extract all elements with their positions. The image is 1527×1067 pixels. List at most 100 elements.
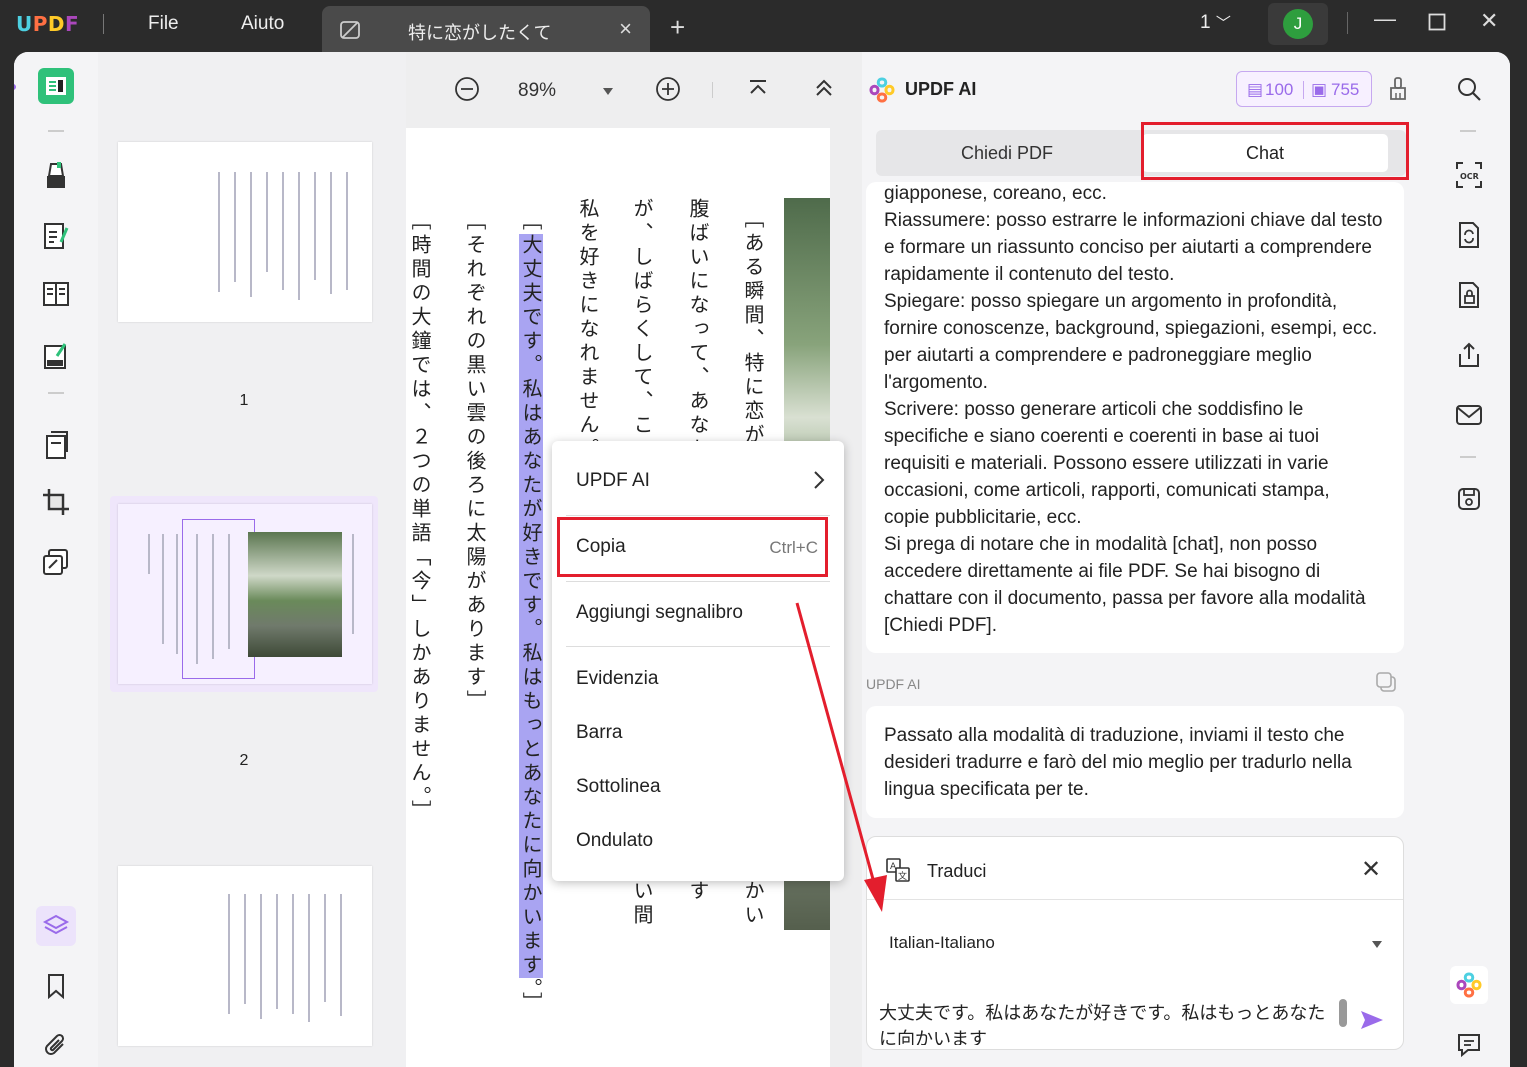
zoom-toolbar: 89% — [406, 52, 862, 128]
selected-text[interactable]: 大丈夫です。私はあなたが好きです。私はもっとあなたに向かいます — [519, 234, 543, 978]
zoom-in-icon[interactable] — [655, 76, 681, 107]
updf-ai-icon[interactable] — [1450, 966, 1488, 1004]
edit-pdf-icon[interactable] — [36, 216, 76, 256]
clear-brush-icon[interactable] — [1388, 76, 1408, 107]
comment-icon[interactable] — [1450, 1026, 1488, 1064]
copy-message-icon[interactable] — [1374, 670, 1398, 699]
message-line: rapidamente il contenuto del testo. — [884, 264, 1175, 285]
svg-text:文: 文 — [898, 870, 907, 882]
message-line: e formare un riassunto conciso per aiuta… — [884, 237, 1372, 258]
target-language-select[interactable]: Italian-Italiano — [889, 933, 995, 953]
menu-item-highlight[interactable]: Evidenzia — [576, 668, 658, 690]
credits-badge[interactable]: ▤ 100 ▣ 755 — [1236, 71, 1372, 107]
first-page-icon[interactable] — [746, 76, 770, 105]
share-icon[interactable] — [1450, 336, 1488, 374]
message-sender-label: UPDF AI — [866, 676, 921, 692]
attachment-icon[interactable] — [36, 1026, 76, 1066]
convert-pdf-icon[interactable] — [1450, 216, 1488, 254]
message-line: lingua specificata per te. — [884, 779, 1089, 800]
language-dropdown-icon[interactable] — [1371, 937, 1383, 955]
chat-credits: 755 — [1331, 80, 1360, 99]
message-line: [Chiedi PDF]. — [884, 615, 997, 636]
page-thumbnail[interactable] — [118, 866, 372, 1046]
ai-assistant-panel: UPDF AI ▤ 100 ▣ 755 Chiedi PDF Chat giap… — [862, 52, 1428, 1067]
document-credits: 100 — [1265, 80, 1294, 99]
title-bar: UPDF File Aiuto 特に恋がしたくて × + 1 ﹀ J — ✕ — [0, 0, 1527, 52]
message-line: giapponese, coreano, ecc. — [884, 183, 1107, 204]
email-icon[interactable] — [1450, 396, 1488, 434]
left-toolbar — [14, 52, 98, 1067]
tab-ask-pdf[interactable]: Chiedi PDF — [876, 130, 1138, 176]
crop-icon[interactable] — [36, 482, 76, 522]
maximize-icon[interactable] — [1428, 11, 1446, 37]
message-line: l'argomento. — [884, 372, 988, 393]
message-line: accedere direttamente ai file PDF. Se ha… — [884, 561, 1321, 582]
page-thumbnail-selected[interactable] — [118, 504, 372, 684]
minimize-icon[interactable]: — — [1374, 6, 1396, 32]
message-line: chattare con il documento, passa per fav… — [884, 588, 1366, 609]
add-tab-icon[interactable]: + — [670, 12, 685, 43]
menu-help[interactable]: Aiuto — [241, 13, 284, 35]
active-indicator — [14, 84, 16, 90]
toolbar-separator — [1460, 456, 1476, 458]
text-column[interactable]: ［それぞれの黒い雲の後ろに太陽があります］ — [463, 210, 487, 714]
highlighter-icon[interactable] — [36, 156, 76, 196]
svg-text:OCR: OCR — [1460, 172, 1479, 181]
page-number: 1 — [239, 392, 249, 409]
zoom-level[interactable]: 89% — [518, 80, 556, 102]
protect-pdf-icon[interactable] — [1450, 276, 1488, 314]
document-tab[interactable]: 特に恋がしたくて × — [322, 6, 650, 52]
menu-file[interactable]: File — [148, 13, 179, 35]
updf-ai-logo-icon — [868, 76, 896, 109]
send-icon[interactable] — [1359, 1009, 1385, 1036]
close-translate-icon[interactable]: ✕ — [1361, 855, 1381, 884]
text-fragment: い間 — [630, 880, 654, 928]
text-column-selected[interactable]: ［大丈夫です。私はあなたが好きです。私はもっとあなたに向かいます。］ — [519, 210, 543, 1016]
menu-separator — [566, 581, 830, 582]
menu-item-add-bookmark[interactable]: Aggiungi segnalibro — [576, 602, 743, 624]
menu-item-strikethrough[interactable]: Barra — [576, 722, 622, 744]
watermark-icon[interactable] — [36, 542, 76, 582]
ai-message: Passato alla modalità di traduzione, inv… — [866, 706, 1404, 818]
chat-credit-icon: ▣ — [1311, 80, 1328, 99]
menu-item-updf-ai[interactable]: UPDF AI — [576, 470, 650, 492]
menu-item-squiggly[interactable]: Ondulato — [576, 830, 653, 852]
previous-page-icon[interactable] — [812, 76, 836, 105]
updf-logo: UPDF — [16, 12, 80, 36]
ai-message-text: Passato alla modalità di traduzione, inv… — [884, 722, 1384, 803]
ai-panel-title: UPDF AI — [905, 79, 977, 99]
translate-text-input[interactable]: 大丈夫です。私はあなたが好きです。私はもっとあなたに向かいます — [879, 1001, 1341, 1045]
window-count-value: 1 — [1200, 12, 1211, 33]
zoom-dropdown-icon[interactable] — [602, 84, 614, 102]
menu-item-underline[interactable]: Sottolinea — [576, 776, 661, 798]
document-edit-icon — [338, 18, 362, 47]
layers-icon[interactable] — [36, 906, 76, 946]
page-thumbnail[interactable] — [118, 142, 372, 322]
text-column[interactable]: ［時間の大鐘では、２つの単語「今」しかありません。］ — [408, 210, 432, 824]
page-layout-icon[interactable] — [36, 274, 76, 314]
window-count[interactable]: 1 ﹀ — [1200, 12, 1231, 34]
text-bracket: 。］ — [519, 978, 543, 1016]
save-icon[interactable] — [1450, 480, 1488, 518]
ocr-icon[interactable]: OCR — [1450, 156, 1488, 194]
input-scrollbar[interactable] — [1339, 999, 1347, 1027]
message-line: Riassumere: posso estrarre le informazio… — [884, 210, 1383, 231]
close-window-icon[interactable]: ✕ — [1480, 8, 1498, 34]
translate-title: Traduci — [927, 861, 987, 881]
bookmark-icon[interactable] — [36, 966, 76, 1006]
zoom-out-icon[interactable] — [454, 76, 480, 107]
titlebar-divider-right — [1347, 12, 1348, 34]
message-line: occasioni, come articoli, rapporti, comu… — [884, 480, 1330, 501]
message-line: Spiegare: posso spiegare un argomento in… — [884, 291, 1338, 312]
annotation-highlight-box — [557, 517, 828, 577]
close-tab-icon[interactable]: × — [619, 16, 632, 42]
organize-pages-icon[interactable] — [36, 424, 76, 464]
form-edit-icon[interactable] — [36, 336, 76, 376]
user-avatar[interactable]: J — [1268, 3, 1328, 45]
search-icon[interactable] — [1450, 70, 1488, 108]
reader-mode-icon[interactable] — [38, 68, 74, 104]
toolbar-separator — [1460, 130, 1476, 132]
avatar-initial: J — [1283, 9, 1313, 39]
page-photo — [248, 532, 342, 657]
message-line: specifiche e siano coerenti e coerenti i… — [884, 426, 1320, 447]
